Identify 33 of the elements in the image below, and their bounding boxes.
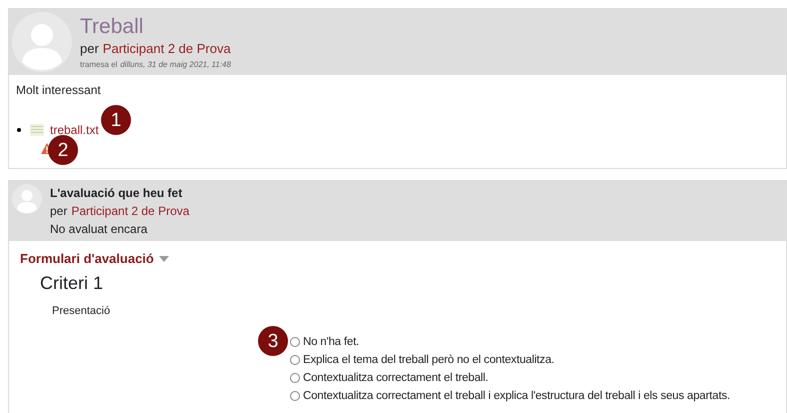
bullet-icon xyxy=(17,128,21,132)
caret-icon xyxy=(158,256,169,262)
form-toggle[interactable]: Formulari d'avaluació xyxy=(20,249,169,268)
radio-button[interactable] xyxy=(290,391,300,401)
radio-option[interactable]: Explica el tema del treball però no el contextualitza. xyxy=(290,351,775,369)
assessment-title: L'avaluació que heu fet xyxy=(50,185,184,202)
avatar-icon xyxy=(12,12,72,72)
author-link[interactable]: Participant 2 de Prova xyxy=(71,202,190,220)
radio-button[interactable] xyxy=(290,337,300,347)
option-label: Contextualitza correctament el treball. xyxy=(303,371,488,386)
assessment-status: No avaluat encara xyxy=(50,221,148,238)
submission-title: Treball xyxy=(80,14,144,40)
author-prefix: per xyxy=(50,203,68,220)
callout-badge: 3 xyxy=(258,326,288,356)
submission-date: dilluns, 31 de maig 2021, 11:48 xyxy=(120,59,231,71)
date-prefix: tramesa el xyxy=(80,59,118,71)
callout-badge: 1 xyxy=(101,105,131,135)
criterion-title: Criteri 1 xyxy=(40,272,104,294)
radio-option[interactable]: Contextualitza correctament el treball. xyxy=(290,369,775,387)
option-label: Explica el tema del treball però no el contextualitza. xyxy=(303,353,554,368)
option-label: Contextualitza correctament el treball i explica l'estructura del treball i els seus apartats. xyxy=(303,389,730,404)
avatar-icon xyxy=(12,184,42,214)
radio-button[interactable] xyxy=(290,373,300,383)
author-prefix: per xyxy=(80,40,99,58)
radio-option[interactable]: No n'ha fet. xyxy=(290,333,775,351)
criterion-description: Presentació xyxy=(51,304,112,318)
text-file-icon xyxy=(30,124,44,136)
callout-badge: 2 xyxy=(48,135,78,165)
submission-text: Molt interessant xyxy=(16,82,102,99)
author-link[interactable]: Participant 2 de Prova xyxy=(102,40,231,58)
option-label: No n'ha fet. xyxy=(303,335,360,350)
radio-button[interactable] xyxy=(290,355,300,365)
radio-option[interactable]: Contextualitza correctament el treball i explica l'estructura del treball i els seus apartats. xyxy=(290,387,775,405)
